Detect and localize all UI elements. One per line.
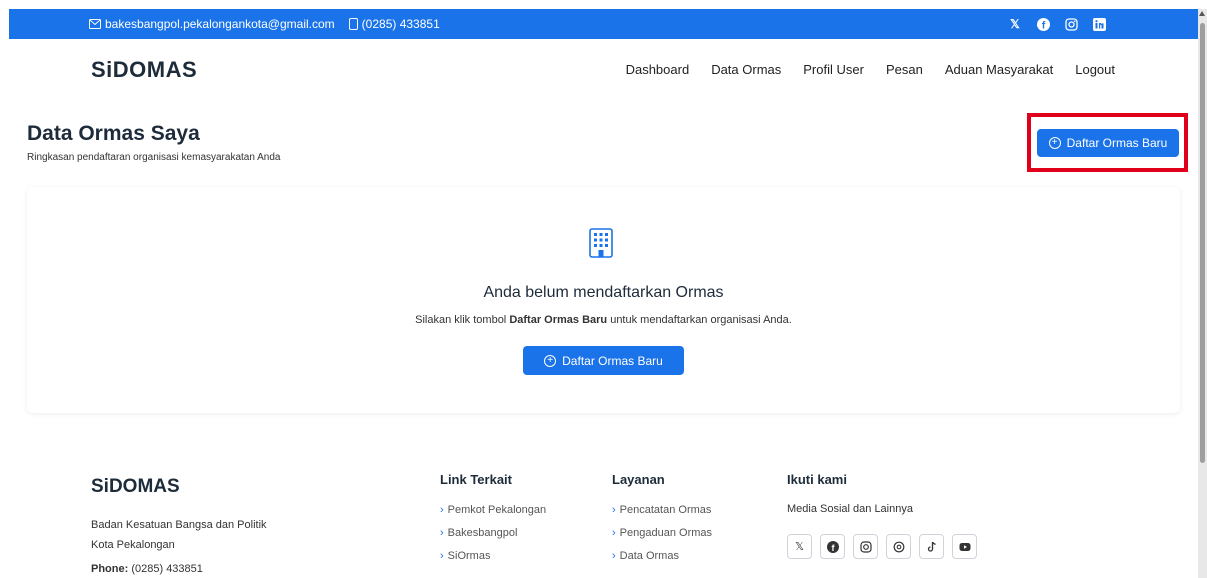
page-title: Data Ormas Saya xyxy=(27,122,200,145)
footer-services-column: Layanan › Pencatatan Ormas › Pengaduan Orm… xyxy=(612,472,712,567)
follow-description: Media Sosial dan Lainnya xyxy=(787,503,913,515)
link-label: Data Ormas xyxy=(619,549,679,562)
empty-state-description: Silakan klik tombol Daftar Ormas Baru un… xyxy=(0,314,1207,326)
tiktok-icon[interactable] xyxy=(919,534,944,559)
phone-text: (0285) 433851 xyxy=(361,17,440,31)
footer-link-pencatatan[interactable]: › Pencatatan Ormas xyxy=(612,498,712,521)
phone-value: (0285) 433851 xyxy=(128,563,203,575)
nav-aduan-masyarakat[interactable]: Aduan Masyarakat xyxy=(945,62,1053,77)
desc-prefix: Silakan klik tombol xyxy=(415,314,510,326)
x-icon[interactable]: 𝕏 xyxy=(1008,17,1022,31)
building-icon xyxy=(589,228,613,258)
nav-pesan[interactable]: Pesan xyxy=(886,62,923,77)
instagram-icon[interactable] xyxy=(853,534,878,559)
facebook-icon[interactable]: f xyxy=(820,534,845,559)
plus-circle-icon: + xyxy=(544,354,557,367)
nav-logout[interactable]: Logout xyxy=(1075,62,1115,77)
footer-link-bakesbangpol[interactable]: › Bakesbangpol xyxy=(440,521,546,544)
footer-links-column: Link Terkait › Pemkot Pekalongan › Bakesba… xyxy=(440,472,546,567)
footer-social-buttons: 𝕏 f xyxy=(787,534,977,559)
scroll-up-arrow-icon[interactable] xyxy=(1199,11,1205,16)
address-line-1: Badan Kesatuan Bangsa dan Politik xyxy=(91,519,267,531)
link-label: Pengaduan Ormas xyxy=(619,526,713,539)
daftar-ormas-baru-button[interactable]: + Daftar Ormas Baru xyxy=(1037,129,1179,157)
threads-icon[interactable] xyxy=(886,534,911,559)
phone-icon xyxy=(348,18,358,30)
main-nav: Dashboard Data Ormas Profil User Pesan A… xyxy=(626,62,1115,77)
button-label: Daftar Ormas Baru xyxy=(562,353,663,368)
email-text: bakesbangpol.pekalongankota@gmail.com xyxy=(105,17,335,31)
nav-dashboard[interactable]: Dashboard xyxy=(626,62,690,77)
daftar-ormas-baru-center-button[interactable]: + Daftar Ormas Baru xyxy=(523,346,684,375)
link-label: Bakesbangpol xyxy=(447,526,518,539)
links-title: Link Terkait xyxy=(440,472,513,487)
youtube-icon[interactable] xyxy=(952,534,977,559)
chevron-right-icon: › xyxy=(612,526,616,539)
scrollbar-thumb[interactable] xyxy=(1200,23,1205,463)
phone-link[interactable]: (0285) 433851 xyxy=(348,17,440,31)
facebook-icon[interactable]: f xyxy=(1036,17,1050,31)
footer-link-pengaduan[interactable]: › Pengaduan Ormas xyxy=(612,521,712,544)
page: bakesbangpol.pekalongankota@gmail.com (0… xyxy=(0,0,1207,578)
nav-profil-user[interactable]: Profil User xyxy=(803,62,864,77)
link-label: Pencatatan Ormas xyxy=(619,503,712,516)
plus-circle-icon: + xyxy=(1048,137,1061,149)
page-subtitle: Ringkasan pendaftaran organisasi kemasya… xyxy=(27,152,281,163)
topbar-socials: 𝕏 f xyxy=(1008,9,1106,39)
footer-link-pemkot[interactable]: › Pemkot Pekalongan xyxy=(440,498,546,521)
chevron-right-icon: › xyxy=(612,549,616,562)
follow-title: Ikuti kami xyxy=(787,472,847,487)
instagram-icon[interactable] xyxy=(1064,17,1078,31)
linkedin-icon[interactable] xyxy=(1092,17,1106,31)
desc-bold: Daftar Ormas Baru xyxy=(509,314,608,326)
services-title: Layanan xyxy=(612,472,665,487)
chevron-right-icon: › xyxy=(440,549,444,562)
envelope-icon xyxy=(89,19,101,29)
contact-info: bakesbangpol.pekalongankota@gmail.com (0… xyxy=(89,9,440,39)
chevron-right-icon: › xyxy=(440,503,444,516)
button-label: Daftar Ormas Baru xyxy=(1066,136,1168,150)
phone-label: Phone: xyxy=(91,563,129,575)
desc-suffix: untuk mendaftarkan organisasi Anda. xyxy=(607,314,792,326)
chevron-right-icon: › xyxy=(440,526,444,539)
footer-link-siormas[interactable]: › SiOrmas xyxy=(440,544,546,567)
footer-address: Badan Kesatuan Bangsa dan Politik Kota P… xyxy=(91,515,267,555)
x-icon[interactable]: 𝕏 xyxy=(787,534,812,559)
email-link[interactable]: bakesbangpol.pekalongankota@gmail.com xyxy=(89,17,335,31)
footer-follow: Ikuti kami Media Sosial dan Lainnya xyxy=(787,472,913,515)
address-line-2: Kota Pekalongan xyxy=(91,539,175,551)
footer-phone: Phone: (0285) 433851 xyxy=(91,563,203,575)
nav-data-ormas[interactable]: Data Ormas xyxy=(711,62,781,77)
site-logo[interactable]: SiDOMAS xyxy=(91,57,197,83)
empty-state-title: Anda belum mendaftarkan Ormas xyxy=(483,284,724,301)
link-label: Pemkot Pekalongan xyxy=(447,503,547,516)
footer-link-data-ormas[interactable]: › Data Ormas xyxy=(612,544,712,567)
chevron-right-icon: › xyxy=(612,503,616,516)
footer-logo: SiDOMAS xyxy=(91,476,180,497)
link-label: SiOrmas xyxy=(447,549,491,562)
top-contact-bar: bakesbangpol.pekalongankota@gmail.com (0… xyxy=(9,9,1198,39)
